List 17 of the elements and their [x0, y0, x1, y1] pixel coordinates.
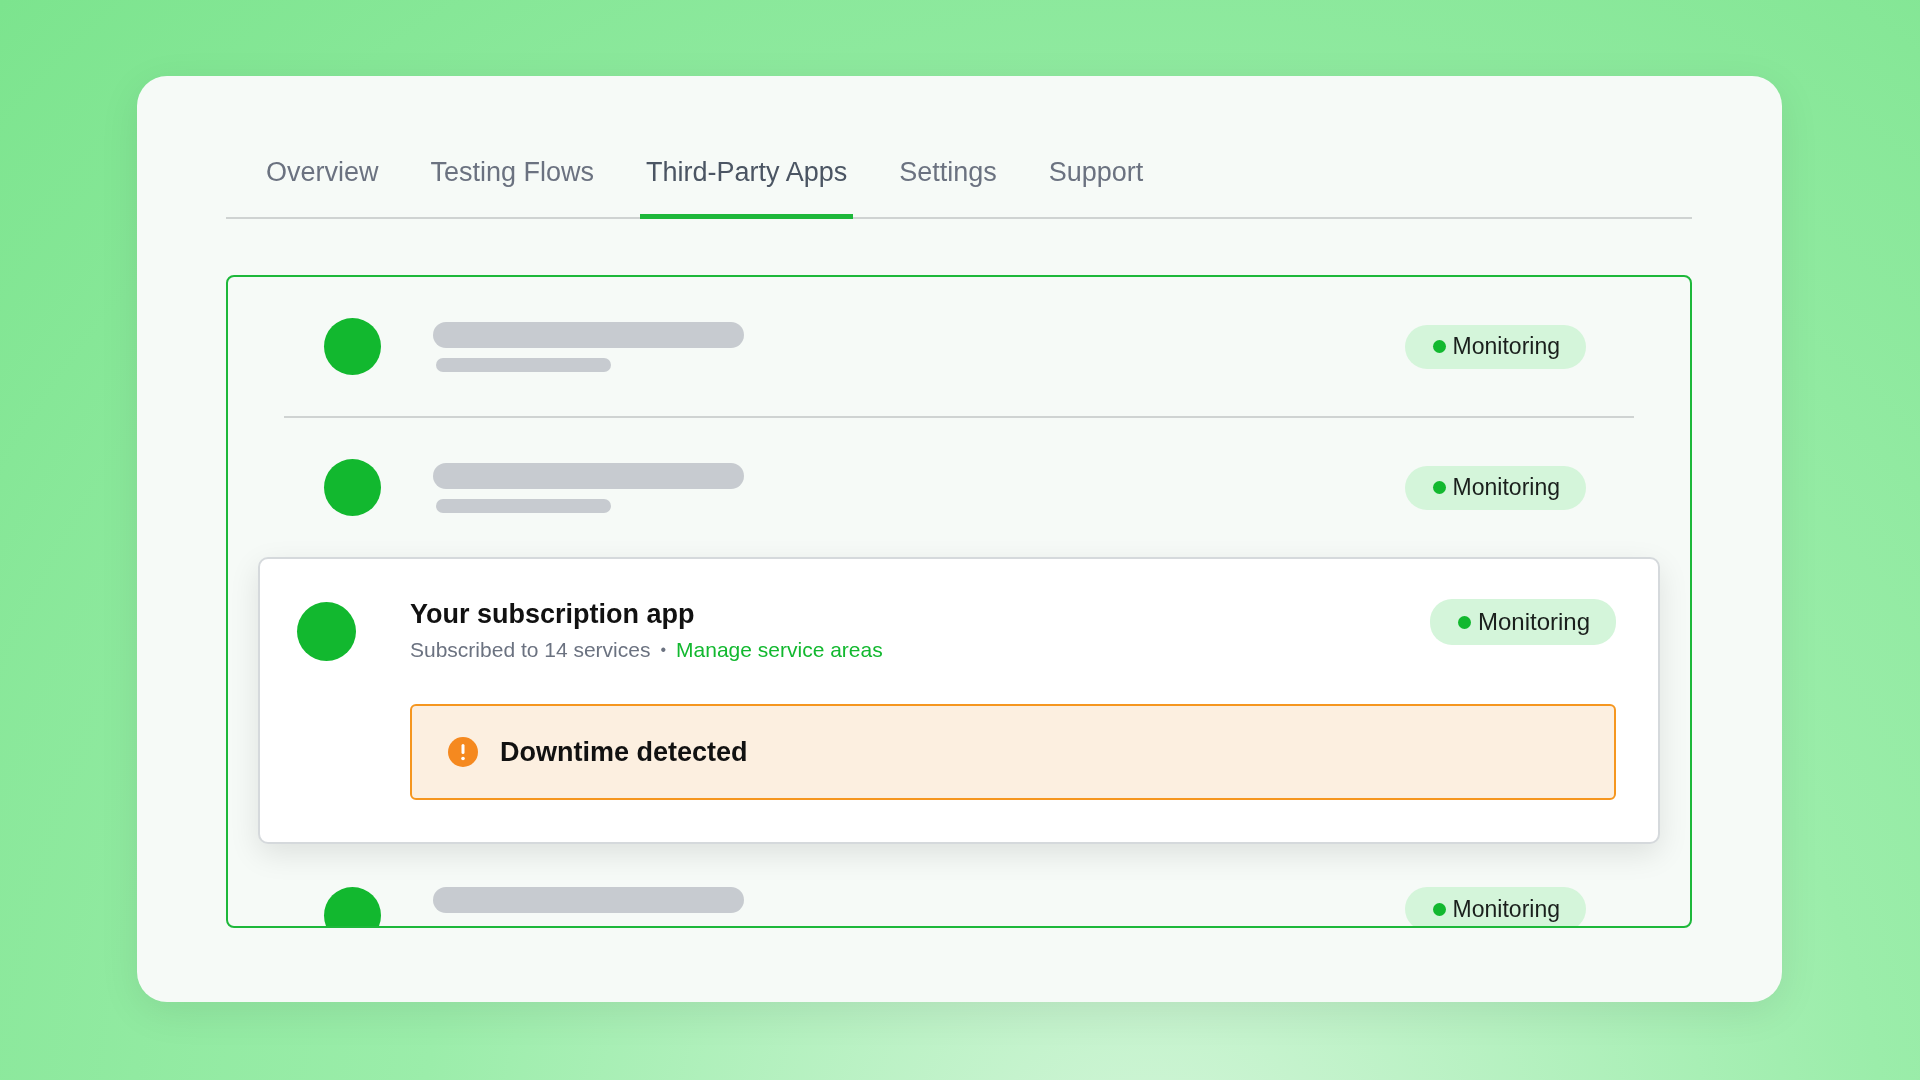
status-badge: Monitoring: [1404, 324, 1586, 369]
tab[interactable]: Third-Party Apps: [640, 157, 854, 219]
alert-text: Downtime detected: [500, 736, 748, 768]
status-badge: Monitoring: [1404, 887, 1586, 926]
warning-icon: [448, 737, 478, 767]
status-badge: Monitoring: [1429, 599, 1616, 645]
manage-link[interactable]: Manage service areas: [676, 638, 883, 662]
app-title: Your subscription app: [410, 599, 696, 630]
app-subtitle: Subscribed to 14 services: [410, 638, 651, 662]
tab[interactable]: Support: [1042, 157, 1150, 219]
tab[interactable]: Overview: [260, 157, 385, 219]
status-badge: Monitoring: [1404, 465, 1586, 510]
tab[interactable]: Settings: [893, 157, 1003, 219]
tab[interactable]: Testing Flows: [424, 157, 601, 219]
circle-icon: [324, 318, 381, 375]
separator-dot: •: [660, 641, 667, 659]
circle-icon: [324, 459, 381, 516]
